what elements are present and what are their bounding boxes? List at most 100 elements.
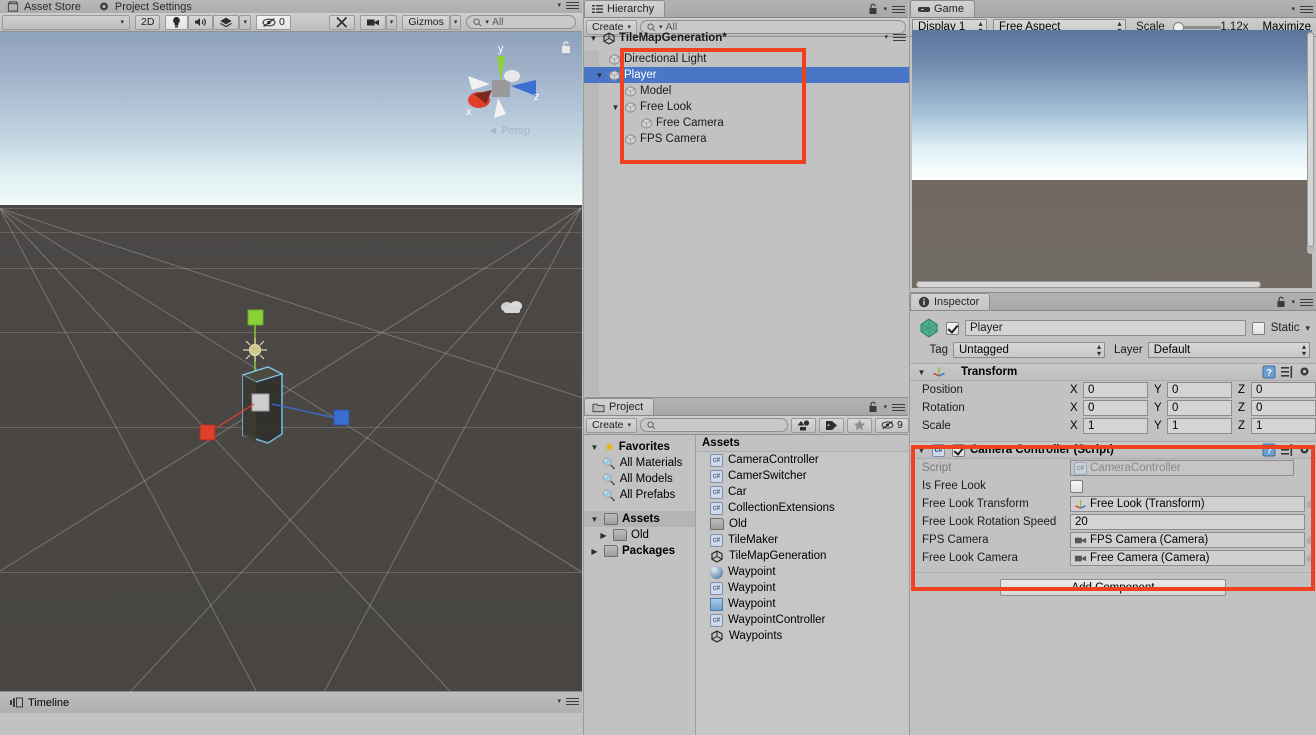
camera-controller-header-icons[interactable]: ?	[1262, 443, 1312, 457]
preset-icon[interactable]	[1280, 443, 1294, 457]
object-picker-icon[interactable]: ◎	[1305, 553, 1316, 564]
game-tabbar-menu[interactable]: ▾	[1291, 4, 1313, 15]
scene-visibility-toggle[interactable]: 0	[255, 14, 291, 30]
free-look-rotation-speed-input[interactable]: 20	[1070, 514, 1305, 530]
free-look-transform-field[interactable]: Free Look (Transform)	[1070, 496, 1305, 512]
hierarchy-item-directional-light[interactable]: Directional Light	[584, 51, 909, 67]
scale-z-input[interactable]: 1	[1251, 418, 1316, 434]
project-label-filter-button[interactable]	[819, 417, 845, 433]
preset-icon[interactable]	[1280, 365, 1294, 379]
camera-controller-enabled-checkbox[interactable]	[952, 443, 965, 457]
chevron-down-icon[interactable]: ▼	[589, 443, 600, 452]
chevron-right-icon[interactable]: ▶	[589, 547, 600, 556]
position-x-input[interactable]: 0	[1083, 382, 1148, 398]
game-viewport[interactable]	[912, 30, 1312, 288]
asset-item-camerswitcher[interactable]: c# CamerSwitcher	[696, 468, 908, 484]
hierarchy-tabbar-controls[interactable]: ▾	[868, 3, 905, 15]
project-hidden-toggle[interactable]: 9	[875, 417, 909, 433]
add-component-button[interactable]: Add Component	[1000, 579, 1226, 596]
scene-lighting-toggle[interactable]	[165, 14, 189, 30]
game-horizontal-scrollbar[interactable]	[916, 281, 1261, 288]
project-search-input[interactable]	[640, 418, 789, 432]
tab-project-settings[interactable]: Project Settings	[97, 0, 192, 13]
shading-mode-dropdown[interactable]: ▾	[2, 14, 130, 30]
hierarchy-item-model[interactable]: Model	[584, 83, 909, 99]
project-create-button[interactable]: Create ▾	[586, 417, 638, 433]
fps-camera-field[interactable]: FPS Camera (Camera)	[1070, 532, 1305, 548]
is-free-look-checkbox[interactable]	[1070, 479, 1083, 493]
project-type-filter-button[interactable]	[791, 417, 817, 433]
hierarchy-item-free-camera[interactable]: Free Camera	[584, 115, 909, 131]
tag-dropdown[interactable]: Untagged ▴ ▾	[953, 342, 1105, 358]
gameobject-enabled-checkbox[interactable]	[946, 321, 959, 335]
object-picker-icon[interactable]: ◎	[1305, 499, 1316, 510]
scene-lock-icon[interactable]	[560, 40, 572, 54]
chevron-down-icon[interactable]: ▼	[916, 368, 927, 377]
help-icon[interactable]: ?	[1262, 443, 1276, 457]
transform-component-header[interactable]: ▼ Transform ?	[910, 363, 1316, 381]
hierarchy-scene-menu[interactable]: ▾	[884, 32, 906, 43]
project-tree-all-models[interactable]: 🔍 All Models	[584, 471, 695, 487]
scene-tools-button[interactable]	[328, 14, 355, 30]
scene-effects-dropdown[interactable]: ▾	[239, 14, 251, 30]
project-tabbar-controls[interactable]: ▾	[868, 401, 905, 413]
position-y-input[interactable]: 0	[1167, 382, 1232, 398]
chevron-down-icon[interactable]: ▼	[589, 515, 600, 524]
asset-item-waypoint-material[interactable]: Waypoint	[696, 564, 908, 580]
camera-controller-component-header[interactable]: ▼ c# Camera Controller (Script) ?	[910, 441, 1316, 459]
lock-icon[interactable]	[868, 3, 878, 15]
gear-icon[interactable]	[1298, 443, 1312, 457]
chevron-down-icon[interactable]: ▼	[594, 71, 605, 80]
inspector-tabbar-controls[interactable]: ▾	[1276, 296, 1313, 308]
asset-item-tilemaker[interactable]: c# TileMaker	[696, 532, 908, 548]
scene-audio-toggle[interactable]	[188, 14, 214, 30]
asset-item-tilemapgeneration[interactable]: TileMapGeneration	[696, 548, 908, 564]
asset-item-waypoint-prefab[interactable]: Waypoint	[696, 596, 908, 612]
gizmos-dropdown-arrow[interactable]: ▾	[449, 14, 462, 30]
rotation-x-input[interactable]: 0	[1083, 400, 1148, 416]
chevron-down-icon[interactable]: ▼	[588, 34, 599, 43]
layer-dropdown[interactable]: Default ▴ ▾	[1147, 342, 1310, 358]
project-tree-packages[interactable]: ▶ Packages	[584, 543, 695, 559]
scale-y-input[interactable]: 1	[1167, 418, 1232, 434]
scene-viewport[interactable]: y z x ◄ Persp	[0, 32, 582, 713]
asset-item-waypoints[interactable]: Waypoints	[696, 628, 908, 644]
tab-project[interactable]: Project	[584, 398, 655, 415]
timeline-menu[interactable]: ▾	[557, 696, 579, 707]
tab-hierarchy[interactable]: Hierarchy	[584, 0, 666, 17]
scene-effects-toggle[interactable]	[213, 14, 240, 30]
asset-item-car[interactable]: c# Car	[696, 484, 908, 500]
toggle-2d-button[interactable]: 2D	[135, 14, 161, 30]
scene-search-input[interactable]: ▾ All	[466, 15, 576, 29]
gameobject-name-input[interactable]: Player	[965, 320, 1246, 336]
help-icon[interactable]: ?	[1262, 365, 1276, 379]
game-vertical-scrollbar[interactable]	[1307, 32, 1314, 254]
hierarchy-item-player[interactable]: ▼ Player	[584, 67, 909, 83]
static-checkbox[interactable]	[1251, 321, 1265, 335]
asset-item-cameracontroller[interactable]: c# CameraController	[696, 452, 908, 468]
rotation-z-input[interactable]: 0	[1251, 400, 1316, 416]
asset-item-old[interactable]: Old	[696, 516, 908, 532]
object-picker-icon[interactable]: ◎	[1305, 535, 1316, 546]
scale-x-input[interactable]: 1	[1083, 418, 1148, 434]
free-look-camera-field[interactable]: Free Camera (Camera)	[1070, 550, 1305, 566]
scene-camera-button[interactable]	[359, 14, 386, 30]
scene-camera-dropdown[interactable]: ▾	[385, 14, 398, 30]
project-tree-all-materials[interactable]: 🔍 All Materials	[584, 455, 695, 471]
project-tree-all-prefabs[interactable]: 🔍 All Prefabs	[584, 487, 695, 503]
project-tree-favorites[interactable]: ▼ ★ Favorites	[584, 439, 695, 455]
scene-perspective-label[interactable]: ◄ Persp	[487, 125, 530, 137]
project-tree-assets[interactable]: ▼ Assets	[584, 511, 695, 527]
gizmos-dropdown[interactable]: Gizmos	[402, 14, 450, 30]
hierarchy-scene-row[interactable]: ▼ TileMapGeneration* ▾	[584, 30, 909, 46]
project-tree-old[interactable]: ▶ Old	[584, 527, 695, 543]
tab-asset-store[interactable]: Asset Store	[6, 0, 81, 13]
asset-item-waypointcontroller[interactable]: c# WaypointController	[696, 612, 908, 628]
timeline-tab-label[interactable]: Timeline	[28, 697, 69, 709]
lock-icon[interactable]	[1276, 296, 1286, 308]
project-favorite-filter-button[interactable]	[847, 417, 873, 433]
chevron-down-icon[interactable]: ▼	[610, 103, 621, 112]
lock-icon[interactable]	[868, 401, 878, 413]
tab-inspector[interactable]: Inspector	[910, 293, 991, 310]
chevron-down-icon[interactable]: ▾	[1305, 323, 1310, 333]
